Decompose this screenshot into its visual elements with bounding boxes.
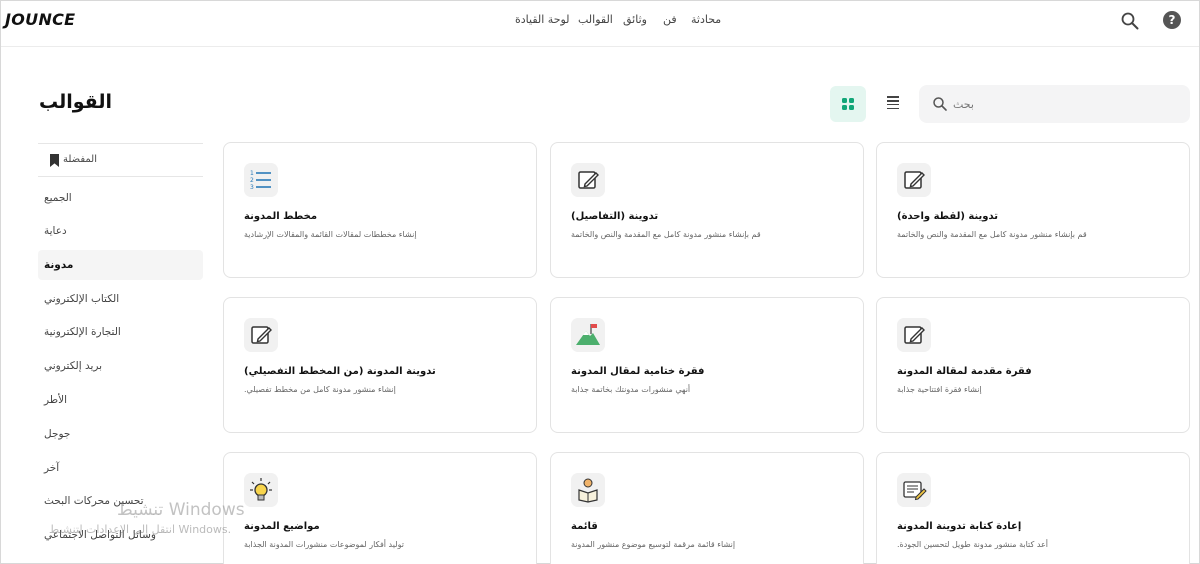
list-outline-icon: 1 2 3 bbox=[244, 163, 278, 197]
grid-view-button[interactable] bbox=[830, 86, 866, 122]
sidebar-item-ecommerce[interactable]: التجارة الإلكترونية bbox=[38, 317, 203, 347]
sidebar-item-email[interactable]: بريد إلكتروني bbox=[38, 351, 203, 381]
edit-icon bbox=[571, 163, 605, 197]
sidebar-item-blog[interactable]: مدونة bbox=[38, 250, 203, 280]
card-title: فقرة ختامية لمقال المدونة bbox=[571, 366, 705, 377]
card-description: إنشاء مخططات لمقالات القائمة والمقالات ا… bbox=[244, 230, 417, 239]
card-description: إنشاء قائمة مرقمة لتوسيع موضوع منشور الم… bbox=[571, 540, 736, 549]
nav-art[interactable]: فن bbox=[663, 13, 677, 26]
search-icon[interactable] bbox=[1120, 11, 1140, 31]
template-card[interactable]: تدوينة (التفاصيل) قم بإنشاء منشور مدونة … bbox=[550, 142, 864, 278]
template-card[interactable]: قائمة إنشاء قائمة مرقمة لتوسيع موضوع منش… bbox=[550, 452, 864, 564]
bookmark-icon bbox=[50, 154, 59, 167]
card-description: إنشاء فقرة افتتاحية جذابة bbox=[897, 385, 982, 394]
card-title: مخطط المدونة bbox=[244, 211, 318, 222]
card-description: قم بإنشاء منشور مدونة كامل مع المقدمة وا… bbox=[897, 230, 1087, 239]
card-title: تدوينة (لقطة واحدة) bbox=[897, 211, 999, 222]
svg-text:2: 2 bbox=[250, 177, 254, 184]
sidebar-item-ebook[interactable]: الكتاب الإلكتروني bbox=[38, 284, 203, 314]
sidebar-item-frameworks[interactable]: الأطر bbox=[38, 385, 203, 415]
template-card[interactable]: تدوينة المدونة (من المخطط التفصيلي) إنشا… bbox=[223, 297, 537, 433]
template-card[interactable]: إعادة كتابة تدوينة المدونة أعد كتابة منش… bbox=[876, 452, 1190, 564]
card-title: تدوينة (التفاصيل) bbox=[571, 211, 659, 222]
sidebar-item-google[interactable]: جوجل bbox=[38, 419, 203, 449]
template-card[interactable]: 1 2 3 مخطط المدونة إنشاء مخططات لمقالات … bbox=[223, 142, 537, 278]
favorites-label: المفضلة bbox=[63, 154, 98, 165]
template-card[interactable]: تدوينة (لقطة واحدة) قم بإنشاء منشور مدون… bbox=[876, 142, 1190, 278]
template-card[interactable]: فقرة مقدمة لمقالة المدونة إنشاء فقرة افت… bbox=[876, 297, 1190, 433]
help-icon[interactable]: ? bbox=[1163, 11, 1181, 29]
card-title: قائمة bbox=[571, 521, 598, 532]
card-title: مواضيع المدونة bbox=[244, 521, 320, 532]
sidebar-favorites[interactable]: المفضلة bbox=[38, 143, 203, 177]
lightbulb-icon bbox=[244, 473, 278, 507]
card-title: فقرة مقدمة لمقالة المدونة bbox=[897, 366, 1032, 377]
card-title: تدوينة المدونة (من المخطط التفصيلي) bbox=[244, 366, 436, 377]
top-nav: لوحة القيادة القوالب وثائق فن محادثة bbox=[1, 13, 1199, 33]
card-description: أعد كتابة منشور مدونة طويل لتحسين الجودة… bbox=[897, 540, 1049, 549]
sidebar-item-other[interactable]: آخر bbox=[38, 453, 203, 483]
category-sidebar: المفضلة الجميع دعاية مدونة الكتاب الإلكت… bbox=[38, 143, 203, 541]
card-description: إنشاء منشور مدونة كامل من مخطط تفصيلي. bbox=[244, 385, 396, 394]
edit-icon bbox=[897, 318, 931, 352]
svg-text:1: 1 bbox=[250, 170, 254, 177]
card-description: أنهي منشورات مدونتك بخاتمة جذابة bbox=[571, 385, 691, 394]
sidebar-item-all[interactable]: الجميع bbox=[38, 183, 203, 213]
edit-icon bbox=[244, 318, 278, 352]
edit-icon bbox=[897, 163, 931, 197]
reading-person-icon bbox=[571, 473, 605, 507]
nav-templates[interactable]: القوالب bbox=[578, 13, 613, 26]
template-card[interactable]: فقرة ختامية لمقال المدونة أنهي منشورات م… bbox=[550, 297, 864, 433]
page-title: القوالب bbox=[39, 91, 112, 113]
nav-documents[interactable]: وثائق bbox=[623, 13, 647, 26]
svg-text:3: 3 bbox=[250, 184, 254, 191]
top-bar: JOUNCE لوحة القيادة القوالب وثائق فن محا… bbox=[1, 1, 1199, 47]
nav-dashboard[interactable]: لوحة القيادة bbox=[515, 13, 570, 26]
card-description: قم بإنشاء منشور مدونة كامل مع المقدمة وا… bbox=[571, 230, 761, 239]
template-card[interactable]: مواضيع المدونة توليد أفكار لموضوعات منشو… bbox=[223, 452, 537, 564]
rewrite-note-icon bbox=[897, 473, 931, 507]
card-description: توليد أفكار لموضوعات منشورات المدونة الج… bbox=[244, 540, 404, 549]
search-input[interactable] bbox=[919, 85, 1159, 123]
sidebar-item-ads[interactable]: دعاية bbox=[38, 216, 203, 246]
template-search bbox=[919, 85, 1190, 123]
list-view-button[interactable] bbox=[881, 94, 905, 114]
mountain-flag-icon bbox=[571, 318, 605, 352]
card-title: إعادة كتابة تدوينة المدونة bbox=[897, 521, 1022, 532]
windows-activation-subtitle: انتقل إلى الإعدادات لتنشيط Windows. bbox=[49, 523, 232, 536]
nav-chat[interactable]: محادثة bbox=[691, 13, 721, 26]
windows-activation-title: تنشيط Windows bbox=[117, 500, 245, 520]
